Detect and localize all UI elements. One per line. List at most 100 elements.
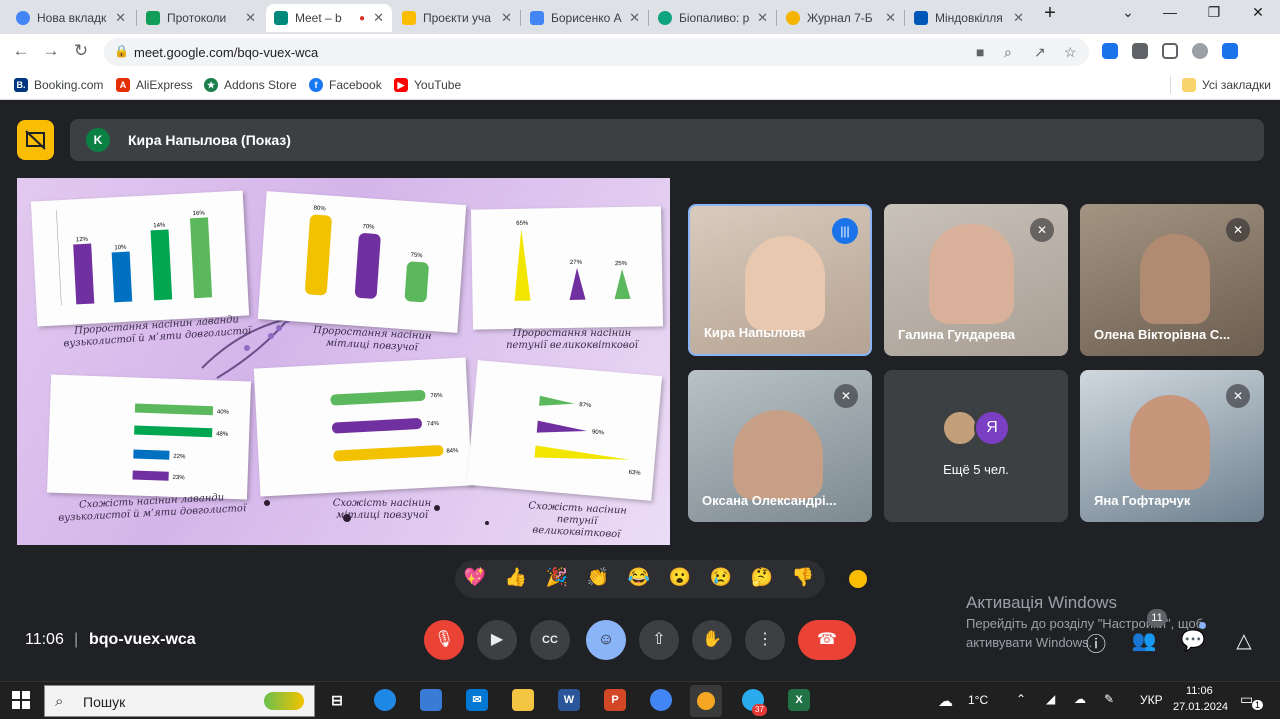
clock-time[interactable]: 11:06 bbox=[1186, 685, 1213, 697]
excel-icon[interactable]: X bbox=[788, 689, 810, 711]
task-view-icon[interactable]: ⊟ bbox=[326, 689, 348, 711]
close-icon[interactable]: ✕ bbox=[885, 10, 896, 26]
activities-icon[interactable]: △ bbox=[1231, 628, 1257, 653]
party-emoji-icon[interactable]: 🎉 bbox=[543, 567, 571, 588]
share-icon[interactable]: ↗ bbox=[1034, 44, 1046, 61]
reload-icon[interactable]: ↻ bbox=[70, 41, 92, 61]
active-app-icon[interactable] bbox=[690, 685, 722, 717]
presentation-icon-button[interactable] bbox=[17, 120, 54, 160]
shield-extension-icon[interactable] bbox=[1102, 43, 1118, 59]
bookmark-aliexpress[interactable]: A AliExpress bbox=[116, 78, 193, 92]
present-button[interactable]: ⇧ bbox=[639, 620, 679, 660]
close-window-button[interactable]: ✕ bbox=[1238, 4, 1278, 21]
tab-label: Проєкти уча bbox=[423, 11, 491, 25]
security-icon[interactable] bbox=[1222, 43, 1238, 59]
close-icon[interactable]: ✕ bbox=[115, 10, 126, 26]
participant-tile[interactable]: ✕ Оксана Олександрі... bbox=[688, 370, 872, 522]
close-icon[interactable]: ✕ bbox=[373, 10, 384, 26]
more-options-button[interactable]: ⋮ bbox=[745, 620, 785, 660]
camera-toggle-button[interactable]: ▶ bbox=[477, 620, 517, 660]
tab-biofuel[interactable]: Біопаливо: р ✕ bbox=[650, 4, 776, 32]
maximize-button[interactable]: ❐ bbox=[1194, 4, 1234, 21]
leave-call-button[interactable]: ☎ bbox=[798, 620, 856, 660]
tab-divider bbox=[904, 10, 905, 26]
tab-meet[interactable]: Meet – b ● ✕ bbox=[266, 4, 392, 32]
chevron-down-icon[interactable]: ⌄ bbox=[1108, 4, 1148, 21]
network-icon[interactable]: ◢ bbox=[1046, 692, 1055, 706]
puzzle-icon[interactable] bbox=[1132, 43, 1148, 59]
tab-mindovkillia[interactable]: Міндовкілля ✕ bbox=[906, 4, 1032, 32]
close-icon[interactable]: ✕ bbox=[501, 10, 512, 26]
file-explorer-icon[interactable] bbox=[512, 689, 534, 711]
close-icon[interactable]: ✕ bbox=[245, 10, 256, 26]
thumbs-up-emoji-icon[interactable]: 👍 bbox=[502, 567, 530, 588]
chart-card-lavender-similarity: 40% 48% 22% 23% bbox=[47, 374, 251, 500]
minimize-button[interactable]: — bbox=[1150, 4, 1190, 20]
store-icon[interactable] bbox=[420, 689, 442, 711]
chat-icon[interactable]: 💬 bbox=[1180, 628, 1206, 653]
sidepanel-icon[interactable] bbox=[1162, 43, 1178, 59]
participant-tile[interactable]: ✕ Галина Гундарева bbox=[884, 204, 1068, 356]
weather-temperature[interactable]: 1°C bbox=[968, 693, 988, 707]
surprised-emoji-icon[interactable]: 😮 bbox=[666, 567, 694, 588]
thumbs-down-emoji-icon[interactable]: 👎 bbox=[789, 567, 817, 588]
close-icon[interactable]: ✕ bbox=[1013, 10, 1024, 26]
zoom-icon[interactable]: ⌕ bbox=[1004, 44, 1012, 61]
meeting-info-icon[interactable]: ⓘ bbox=[1083, 628, 1109, 657]
new-tab-button[interactable]: + bbox=[1030, 2, 1070, 25]
laugh-emoji-icon[interactable]: 😂 bbox=[625, 567, 653, 588]
back-icon[interactable]: ← bbox=[10, 41, 32, 61]
powerpoint-icon[interactable]: P bbox=[604, 689, 626, 711]
participant-tile[interactable]: ✕ Яна Гофтарчук bbox=[1080, 370, 1264, 522]
forward-icon[interactable]: → bbox=[40, 41, 62, 61]
bar-value: 22% bbox=[173, 454, 186, 460]
skin-tone-button[interactable] bbox=[847, 568, 869, 590]
windows-start-icon[interactable] bbox=[12, 691, 30, 709]
bar-value: 10% bbox=[114, 245, 127, 252]
bookmark-addons[interactable]: ★ Addons Store bbox=[204, 78, 297, 92]
language-indicator[interactable]: УКР bbox=[1140, 693, 1163, 707]
pen-icon[interactable]: ✎ bbox=[1104, 692, 1114, 706]
bookmark-youtube[interactable]: ▶ YouTube bbox=[394, 78, 461, 92]
tab-journal[interactable]: Журнал 7-Б ✕ bbox=[778, 4, 904, 32]
thinking-emoji-icon[interactable]: 🤔 bbox=[748, 567, 776, 588]
participant-tile[interactable]: ✕ Олена Вікторівна С... bbox=[1080, 204, 1264, 356]
tab-protocols[interactable]: Протоколи ✕ bbox=[138, 4, 264, 32]
star-icon[interactable]: ☆ bbox=[1064, 44, 1077, 61]
people-icon[interactable]: 👥 bbox=[1131, 628, 1157, 653]
all-bookmarks[interactable]: Усі закладки bbox=[1182, 78, 1271, 92]
close-icon[interactable]: ✕ bbox=[629, 10, 640, 26]
cloud-icon[interactable]: ☁ bbox=[938, 692, 953, 710]
clap-emoji-icon[interactable]: 👏 bbox=[584, 567, 612, 588]
chevron-up-icon[interactable]: ⌃ bbox=[1016, 692, 1026, 706]
chrome-icon[interactable] bbox=[650, 689, 672, 711]
bookmark-facebook[interactable]: f Facebook bbox=[309, 78, 382, 92]
cloud-off-icon[interactable]: ☁ bbox=[1074, 692, 1086, 706]
mail-icon[interactable]: ✉ bbox=[466, 689, 488, 711]
profile-icon[interactable] bbox=[1192, 43, 1208, 59]
chrome-icon bbox=[16, 11, 30, 25]
clock-date[interactable]: 27.01.2024 bbox=[1173, 701, 1228, 713]
trident-icon bbox=[914, 11, 928, 25]
url-text[interactable]: meet.google.com/bqo-vuex-wca bbox=[134, 45, 318, 60]
captions-button[interactable]: CC bbox=[530, 620, 570, 660]
mic-toggle-button[interactable]: 🎙 bbox=[424, 620, 464, 660]
address-bar[interactable]: 🔒 meet.google.com/bqo-vuex-wca ■ ⌕ ↗ ☆ bbox=[104, 38, 1089, 66]
raise-hand-button[interactable]: ✋ bbox=[692, 620, 732, 660]
reactions-button[interactable]: ☺ bbox=[586, 620, 626, 660]
sad-emoji-icon[interactable]: 😢 bbox=[707, 567, 735, 588]
camera-icon[interactable]: ■ bbox=[976, 44, 984, 60]
more-participants-tile[interactable]: Я Ещё 5 чел. bbox=[884, 370, 1068, 522]
close-icon[interactable]: ✕ bbox=[757, 10, 768, 26]
tab-projects[interactable]: Проєкти уча ✕ bbox=[394, 4, 520, 32]
heart-emoji-icon[interactable]: 💖 bbox=[461, 567, 489, 588]
edge-icon[interactable] bbox=[374, 689, 396, 711]
notification-count: 1 bbox=[1252, 700, 1264, 710]
tab-borysenko[interactable]: Борисенко А ✕ bbox=[522, 4, 648, 32]
chart-caption: Проростання насінин петунії великоквітко… bbox=[506, 328, 638, 351]
tab-new-tab[interactable]: Нова вкладк ✕ bbox=[8, 4, 134, 32]
taskbar-search[interactable]: ⌕ Пошук bbox=[44, 685, 315, 717]
participant-tile[interactable]: ||| Кира Напылова bbox=[688, 204, 872, 356]
word-icon[interactable]: W bbox=[558, 689, 580, 711]
bookmark-booking[interactable]: B. Booking.com bbox=[14, 78, 103, 92]
